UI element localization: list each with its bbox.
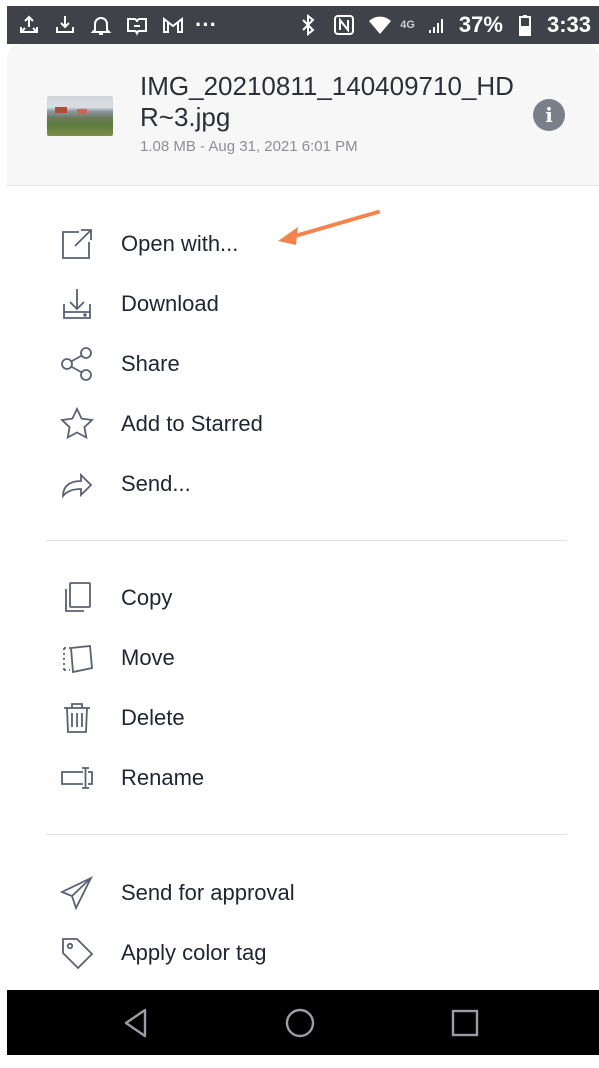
copy-icon bbox=[57, 578, 97, 618]
download-icon bbox=[57, 284, 97, 324]
file-name: IMG_20210811_140409710_HDR~3.jpg bbox=[140, 71, 514, 132]
star-icon bbox=[57, 404, 97, 444]
menu-item-add-to-starred[interactable]: Add to Starred bbox=[7, 396, 599, 452]
section-divider bbox=[46, 540, 567, 541]
back-button[interactable] bbox=[117, 1004, 155, 1042]
battery-icon bbox=[511, 11, 539, 39]
wifi-icon bbox=[366, 11, 394, 39]
navigation-bar bbox=[7, 990, 599, 1055]
amazon-icon bbox=[123, 11, 151, 39]
annotation-arrow-icon bbox=[278, 210, 380, 245]
menu-item-send-for-approval[interactable]: Send for approval bbox=[7, 865, 599, 921]
upload-icon bbox=[15, 11, 43, 39]
home-icon bbox=[285, 1008, 315, 1038]
menu-item-label: Copy bbox=[121, 585, 173, 610]
menu-item-rename[interactable]: Rename bbox=[7, 750, 599, 806]
trash-icon bbox=[57, 698, 97, 738]
file-actions-sheet: IMG_20210811_140409710_HDR~3.jpg 1.08 MB… bbox=[7, 44, 599, 990]
nfc-icon bbox=[330, 11, 358, 39]
menu-item-label: Open with... bbox=[121, 231, 239, 256]
menu-item-label: Rename bbox=[121, 765, 205, 790]
info-button[interactable]: i bbox=[533, 99, 565, 131]
menu-item-label: Send for approval bbox=[121, 880, 295, 905]
menu-item-label: Delete bbox=[121, 705, 185, 730]
menu-item-copy[interactable]: Copy bbox=[7, 570, 599, 626]
back-icon bbox=[124, 1008, 147, 1038]
tag-icon bbox=[57, 933, 97, 973]
network-type: 4G bbox=[400, 19, 415, 31]
menu-item-delete[interactable]: Delete bbox=[7, 690, 599, 746]
send-arrow-icon bbox=[57, 464, 97, 504]
file-header: IMG_20210811_140409710_HDR~3.jpg 1.08 MB… bbox=[7, 44, 599, 186]
download-icon bbox=[51, 11, 79, 39]
menu-item-label: Send... bbox=[121, 471, 191, 496]
menu-item-share[interactable]: Share bbox=[7, 336, 599, 392]
info-icon: i bbox=[545, 103, 553, 127]
recents-icon bbox=[451, 1009, 479, 1037]
menu-item-send[interactable]: Send... bbox=[7, 456, 599, 512]
signal-icon bbox=[423, 11, 451, 39]
notification-bell-icon bbox=[87, 11, 115, 39]
phone-screen: ··· 4G 37% 3:33 IMG_20210811_140409710_H… bbox=[0, 0, 599, 1068]
bluetooth-icon bbox=[294, 11, 322, 39]
menu-item-label: Download bbox=[121, 291, 219, 316]
open-external-icon bbox=[57, 224, 97, 264]
menu-item-move[interactable]: Move bbox=[7, 630, 599, 686]
menu-item-label: Move bbox=[121, 645, 175, 670]
file-meta: 1.08 MB - Aug 31, 2021 6:01 PM bbox=[140, 138, 358, 155]
clock: 3:33 bbox=[546, 12, 591, 37]
menu-item-label: Apply color tag bbox=[121, 940, 267, 965]
overflow-indicator: ··· bbox=[195, 12, 217, 37]
status-bar: ··· 4G 37% 3:33 bbox=[7, 6, 599, 44]
paper-plane-icon bbox=[57, 873, 97, 913]
home-button[interactable] bbox=[281, 1004, 319, 1042]
move-icon bbox=[57, 638, 97, 678]
menu-item-label: Add to Starred bbox=[121, 411, 263, 436]
recents-button[interactable] bbox=[446, 1004, 484, 1042]
gmail-icon bbox=[159, 11, 187, 39]
menu-item-download[interactable]: Download bbox=[7, 276, 599, 332]
file-thumbnail bbox=[47, 96, 113, 136]
rename-icon bbox=[57, 758, 97, 798]
menu-item-apply-color-tag[interactable]: Apply color tag bbox=[7, 925, 599, 981]
section-divider bbox=[46, 834, 567, 835]
share-icon bbox=[57, 344, 97, 384]
menu-item-label: Share bbox=[121, 351, 180, 376]
battery-percent: 37% bbox=[458, 12, 503, 37]
